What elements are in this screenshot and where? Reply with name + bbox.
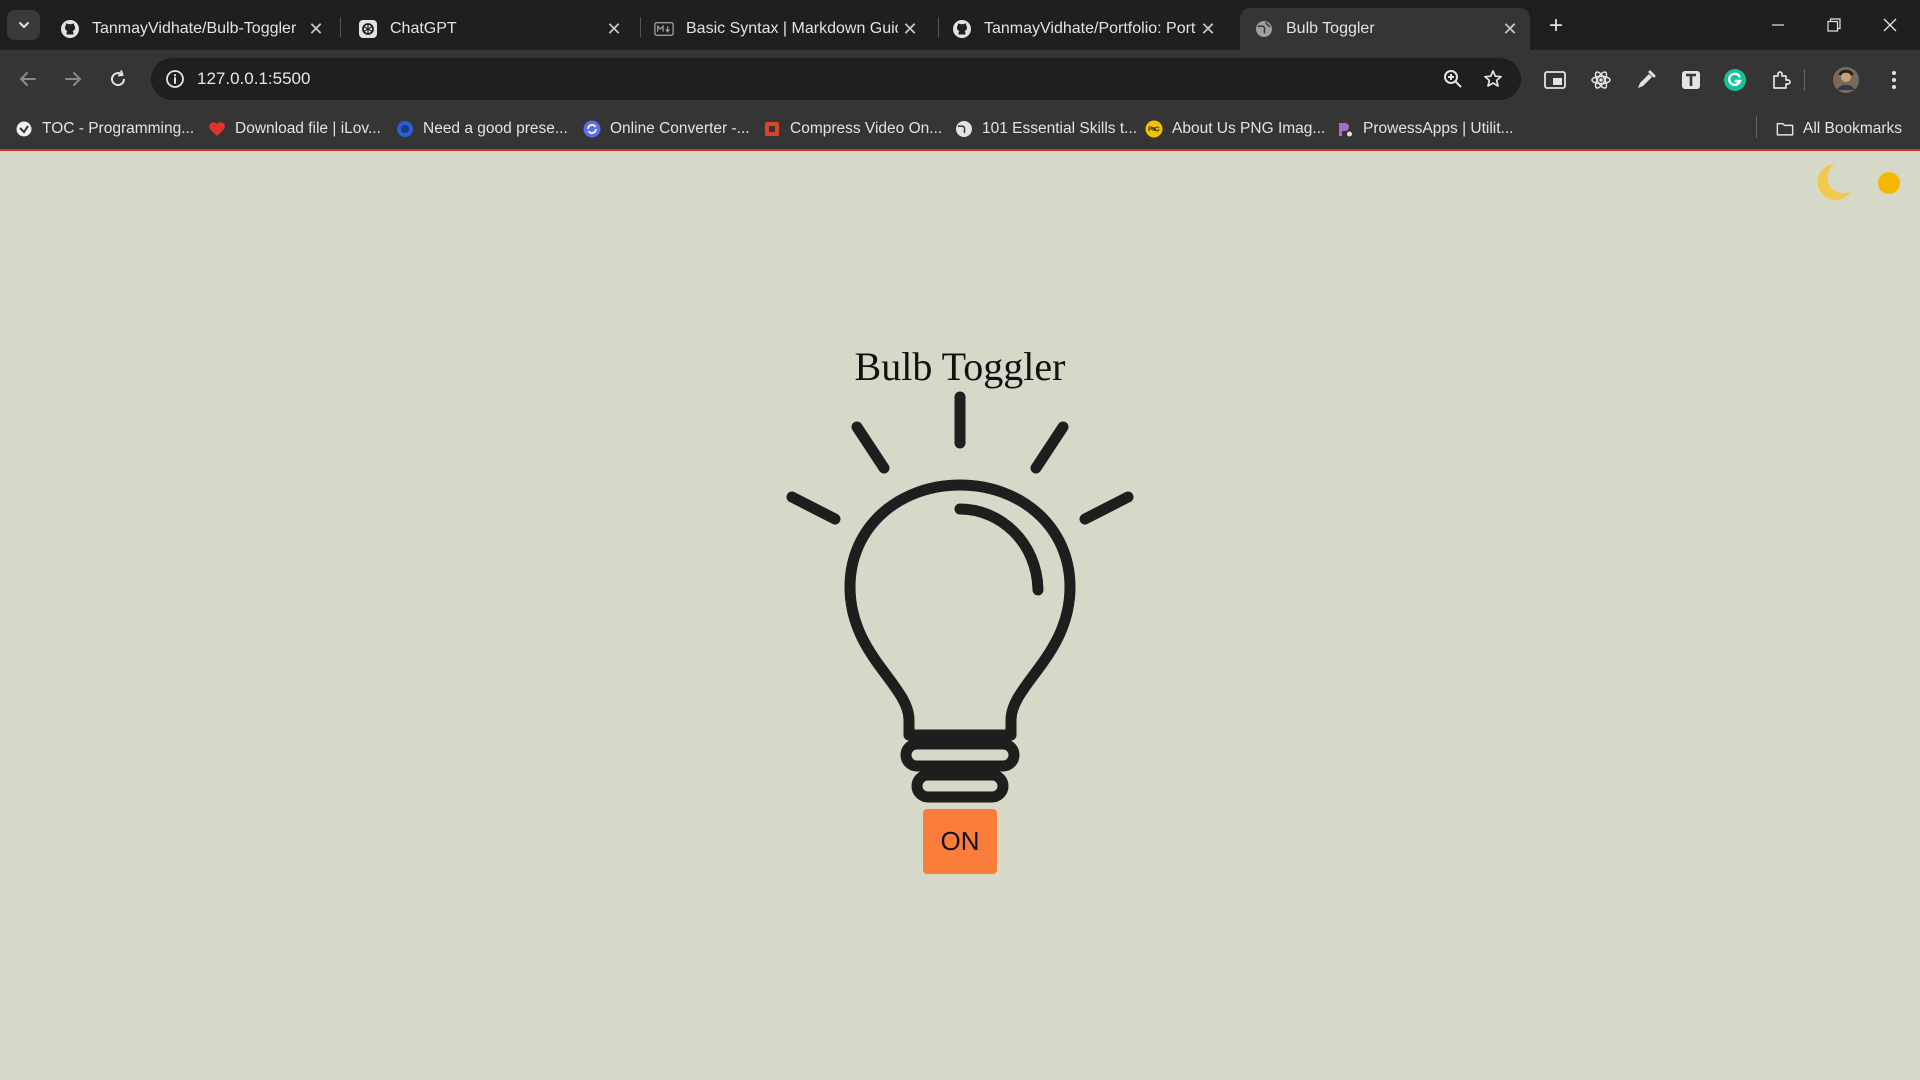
bookmark-item[interactable]: Online Converter -... xyxy=(583,117,750,141)
globe-icon xyxy=(955,120,973,138)
reload-button[interactable] xyxy=(101,62,135,96)
heart-icon xyxy=(208,120,226,138)
picture-in-picture-icon[interactable] xyxy=(1541,66,1569,94)
all-bookmarks-button[interactable]: All Bookmarks xyxy=(1776,117,1902,141)
tab-divider xyxy=(340,17,341,37)
tab-title: ChatGPT xyxy=(390,20,457,37)
bookmark-label: ProwessApps | Utilit... xyxy=(1363,120,1514,137)
tab-bulb-toggler[interactable]: Bulb Toggler ✕ xyxy=(1240,8,1530,50)
bulb-glass xyxy=(844,479,1076,741)
bookmark-label: Online Converter -... xyxy=(610,120,750,137)
more-menu-icon[interactable] xyxy=(1880,66,1908,94)
restore-button[interactable] xyxy=(1806,0,1862,50)
chatgpt-icon xyxy=(358,19,378,39)
url-text[interactable]: 127.0.0.1:5500 xyxy=(197,69,310,89)
bookmarks-bar: TOC - Programming... Download file | iLo… xyxy=(0,107,1920,151)
github-icon xyxy=(952,19,972,39)
moon-icon[interactable] xyxy=(1810,160,1854,204)
toggle-button[interactable]: ON xyxy=(923,809,997,874)
chevron-down-icon xyxy=(18,22,29,29)
text-extension-icon[interactable] xyxy=(1677,66,1705,94)
converter-icon xyxy=(583,120,601,138)
globe-icon xyxy=(1254,19,1274,39)
all-bookmarks-label: All Bookmarks xyxy=(1803,120,1903,137)
folder-icon xyxy=(1776,120,1794,138)
toolbar-divider xyxy=(1802,66,1808,94)
bookmark-label: Need a good prese... xyxy=(423,120,568,137)
bookmark-item[interactable]: 101 Essential Skills t... xyxy=(955,117,1137,141)
arrow-right-icon xyxy=(65,72,82,86)
tab-title: TanmayVidhate/Portfolio: Portfo xyxy=(984,20,1196,37)
arrow-left-icon xyxy=(19,72,36,86)
bookmark-label: About Us PNG Imag... xyxy=(1172,120,1326,137)
bulb-ray xyxy=(786,491,841,525)
blue-circle-icon xyxy=(396,120,414,138)
bookmark-label: Download file | iLov... xyxy=(235,120,381,137)
star-icon[interactable] xyxy=(1481,67,1505,91)
tab-markdown-guide[interactable]: Basic Syntax | Markdown Guide ✕ xyxy=(640,8,930,50)
minimize-button[interactable] xyxy=(1750,0,1806,50)
bookmarks-divider xyxy=(1756,116,1757,138)
bulb-icon[interactable] xyxy=(780,385,1140,805)
tab-title: TanmayVidhate/Bulb-Toggler xyxy=(92,20,297,37)
tab-title: Basic Syntax | Markdown Guide xyxy=(686,20,898,37)
bookmark-item[interactable]: About Us PNG Imag... xyxy=(1145,117,1325,141)
back-button[interactable] xyxy=(11,62,45,96)
bulb-highlight xyxy=(954,503,1044,596)
close-tab-icon[interactable]: ✕ xyxy=(1498,17,1522,41)
markdown-icon xyxy=(654,19,674,39)
extensions-puzzle-icon[interactable] xyxy=(1767,66,1795,94)
video-compress-icon xyxy=(763,120,781,138)
prowess-icon xyxy=(1336,120,1354,138)
restore-icon xyxy=(1827,18,1841,32)
tab-title: Bulb Toggler xyxy=(1286,20,1375,37)
grammarly-icon[interactable] xyxy=(1721,66,1749,94)
forward-button[interactable] xyxy=(56,62,90,96)
bookmark-item[interactable]: Compress Video On... xyxy=(763,117,942,141)
png-icon xyxy=(1145,120,1163,138)
minimize-icon xyxy=(1772,24,1784,26)
address-bar[interactable]: 127.0.0.1:5500 xyxy=(151,58,1521,100)
github-icon xyxy=(60,19,80,39)
bookmark-label: 101 Essential Skills t... xyxy=(982,120,1138,137)
bulb-ray xyxy=(1030,421,1069,474)
close-tab-icon[interactable]: ✕ xyxy=(602,17,626,41)
page-content: Bulb Toggler ON xyxy=(0,153,1920,1080)
site-info-icon[interactable] xyxy=(163,67,187,91)
new-tab-button[interactable]: + xyxy=(1542,12,1570,40)
close-icon xyxy=(1883,18,1897,32)
react-devtools-icon[interactable] xyxy=(1587,66,1615,94)
bulb-base-ring xyxy=(900,738,1020,772)
bookmark-label: TOC - Programming... xyxy=(42,120,195,137)
close-tab-icon[interactable]: ✕ xyxy=(898,17,922,41)
tab-search-button[interactable] xyxy=(7,10,40,40)
bookmark-item[interactable]: Download file | iLov... xyxy=(208,117,381,141)
bookmark-label: Compress Video On... xyxy=(790,120,943,137)
zoom-icon[interactable] xyxy=(1441,67,1465,91)
bulb-base-ring xyxy=(911,769,1009,803)
close-window-button[interactable] xyxy=(1862,0,1918,50)
sun-icon[interactable] xyxy=(1874,168,1904,198)
bookmark-item[interactable]: ProwessApps | Utilit... xyxy=(1336,117,1513,141)
reload-icon xyxy=(111,70,126,87)
close-tab-icon[interactable]: ✕ xyxy=(304,17,328,41)
bulb-ray xyxy=(1079,491,1134,525)
close-tab-icon[interactable]: ✕ xyxy=(1196,17,1220,41)
tab-github-bulb-toggler[interactable]: TanmayVidhate/Bulb-Toggler ✕ xyxy=(46,8,336,50)
color-picker-icon[interactable] xyxy=(1632,66,1660,94)
tab-chatgpt[interactable]: ChatGPT ✕ xyxy=(344,8,634,50)
bookmark-item[interactable]: TOC - Programming... xyxy=(15,117,194,141)
bookmark-toc-icon xyxy=(15,120,33,138)
avatar[interactable] xyxy=(1832,66,1860,94)
tab-github-portfolio[interactable]: TanmayVidhate/Portfolio: Portfo ✕ xyxy=(938,8,1228,50)
bulb-ray xyxy=(851,421,890,474)
tab-strip: TanmayVidhate/Bulb-Toggler ✕ ChatGPT ✕ B… xyxy=(0,0,1920,50)
page-title: Bulb Toggler xyxy=(854,344,1066,389)
bookmark-item[interactable]: Need a good prese... xyxy=(396,117,568,141)
